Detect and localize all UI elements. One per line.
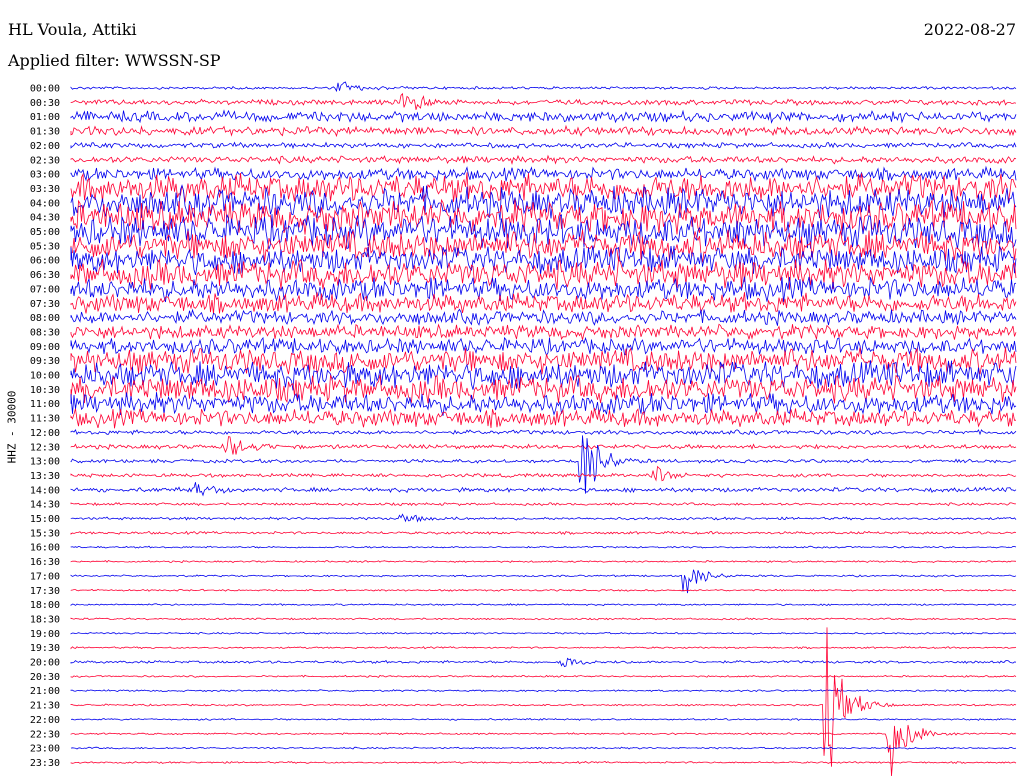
row-time-label: 13:30 bbox=[30, 471, 60, 482]
trace-row bbox=[70, 617, 1017, 621]
row-time-label: 05:00 bbox=[30, 227, 60, 238]
trace-row bbox=[70, 141, 1017, 150]
y-axis-label-text: HHZ - 30000 bbox=[5, 390, 19, 464]
row-time-label: 07:30 bbox=[30, 299, 60, 310]
y-axis-label: HHZ - 30000 bbox=[2, 382, 22, 472]
row-time-label: 03:00 bbox=[30, 170, 60, 181]
row-time-label: 03:30 bbox=[30, 184, 60, 195]
trace-row bbox=[70, 560, 1017, 564]
trace-row bbox=[70, 165, 1017, 183]
row-time-label: 06:30 bbox=[30, 270, 60, 281]
row-time-label: 07:00 bbox=[30, 284, 60, 295]
trace-row bbox=[70, 429, 1017, 436]
row-time-label: 10:30 bbox=[30, 385, 60, 396]
trace-row bbox=[70, 588, 1016, 592]
row-time-label: 10:00 bbox=[30, 371, 60, 382]
row-time-label: 17:30 bbox=[30, 586, 60, 597]
trace-row bbox=[70, 689, 1017, 693]
row-time-label: 18:30 bbox=[30, 614, 60, 625]
row-time-label: 09:00 bbox=[30, 342, 60, 353]
row-time-label: 00:30 bbox=[30, 98, 60, 109]
row-time-label: 12:00 bbox=[30, 428, 60, 439]
trace-row bbox=[70, 657, 1017, 668]
trace-row bbox=[70, 569, 1017, 594]
row-time-label: 21:00 bbox=[30, 686, 60, 697]
row-time-label: 22:00 bbox=[30, 715, 60, 726]
trace-row bbox=[70, 109, 1017, 124]
row-time-label: 06:00 bbox=[30, 256, 60, 267]
row-time-label: 01:00 bbox=[30, 112, 60, 123]
trace-row bbox=[70, 603, 1017, 607]
row-time-label: 02:00 bbox=[30, 141, 60, 152]
row-time-label: 01:30 bbox=[30, 127, 60, 138]
row-time-label: 08:30 bbox=[30, 327, 60, 338]
row-time-label: 12:30 bbox=[30, 442, 60, 453]
row-time-label: 16:00 bbox=[30, 543, 60, 554]
row-time-label: 20:00 bbox=[30, 658, 60, 669]
row-time-label: 20:30 bbox=[30, 672, 60, 683]
row-time-label: 23:00 bbox=[30, 744, 60, 755]
trace-row bbox=[70, 724, 1017, 777]
row-time-label: 18:00 bbox=[30, 600, 60, 611]
row-time-label: 04:00 bbox=[30, 198, 60, 209]
trace-row bbox=[70, 81, 1017, 93]
trace-row bbox=[70, 154, 1017, 165]
helicorder-plot: 00:00 00:30 01:00 01:30 02:00 02:30 03:00 03:30… bbox=[30, 81, 1017, 777]
row-time-label: 11:00 bbox=[30, 399, 60, 410]
row-time-label: 19:30 bbox=[30, 643, 60, 654]
row-time-label: 15:30 bbox=[30, 528, 60, 539]
trace-row bbox=[70, 482, 1017, 497]
row-time-label: 21:30 bbox=[30, 701, 60, 712]
trace-row bbox=[70, 408, 1017, 429]
trace-row bbox=[70, 308, 1017, 326]
row-time-label: 15:00 bbox=[30, 514, 60, 525]
row-time-label: 16:30 bbox=[30, 557, 60, 568]
row-time-label: 23:30 bbox=[30, 758, 60, 769]
row-time-label: 00:00 bbox=[30, 84, 60, 95]
trace-row bbox=[70, 631, 1017, 635]
row-time-label: 22:30 bbox=[30, 729, 60, 740]
trace-row bbox=[70, 323, 1017, 341]
row-time-label: 13:00 bbox=[30, 457, 60, 468]
trace-row bbox=[70, 435, 1016, 494]
row-time-label: 19:00 bbox=[30, 629, 60, 640]
trace-row bbox=[70, 502, 1017, 507]
row-time-label: 14:00 bbox=[30, 485, 60, 496]
trace-row bbox=[70, 124, 1017, 138]
trace-row bbox=[70, 717, 1017, 721]
trace-row bbox=[70, 92, 1017, 110]
trace-row bbox=[70, 746, 1017, 750]
row-time-label: 09:30 bbox=[30, 356, 60, 367]
row-time-label: 02:30 bbox=[30, 155, 60, 166]
trace-row bbox=[70, 530, 1017, 536]
trace-row bbox=[70, 513, 1017, 523]
row-time-label: 05:30 bbox=[30, 241, 60, 252]
row-time-label: 04:30 bbox=[30, 213, 60, 224]
trace-row bbox=[70, 674, 1017, 678]
trace-row bbox=[70, 184, 1017, 221]
trace-row bbox=[70, 545, 1017, 549]
trace-row bbox=[70, 465, 1017, 482]
row-time-label: 08:00 bbox=[30, 313, 60, 324]
trace-row bbox=[70, 436, 1017, 455]
row-time-label: 14:30 bbox=[30, 500, 60, 511]
row-time-label: 17:00 bbox=[30, 571, 60, 582]
trace-row bbox=[70, 760, 1017, 765]
row-time-label: 11:30 bbox=[30, 414, 60, 425]
trace-row bbox=[70, 646, 1017, 650]
